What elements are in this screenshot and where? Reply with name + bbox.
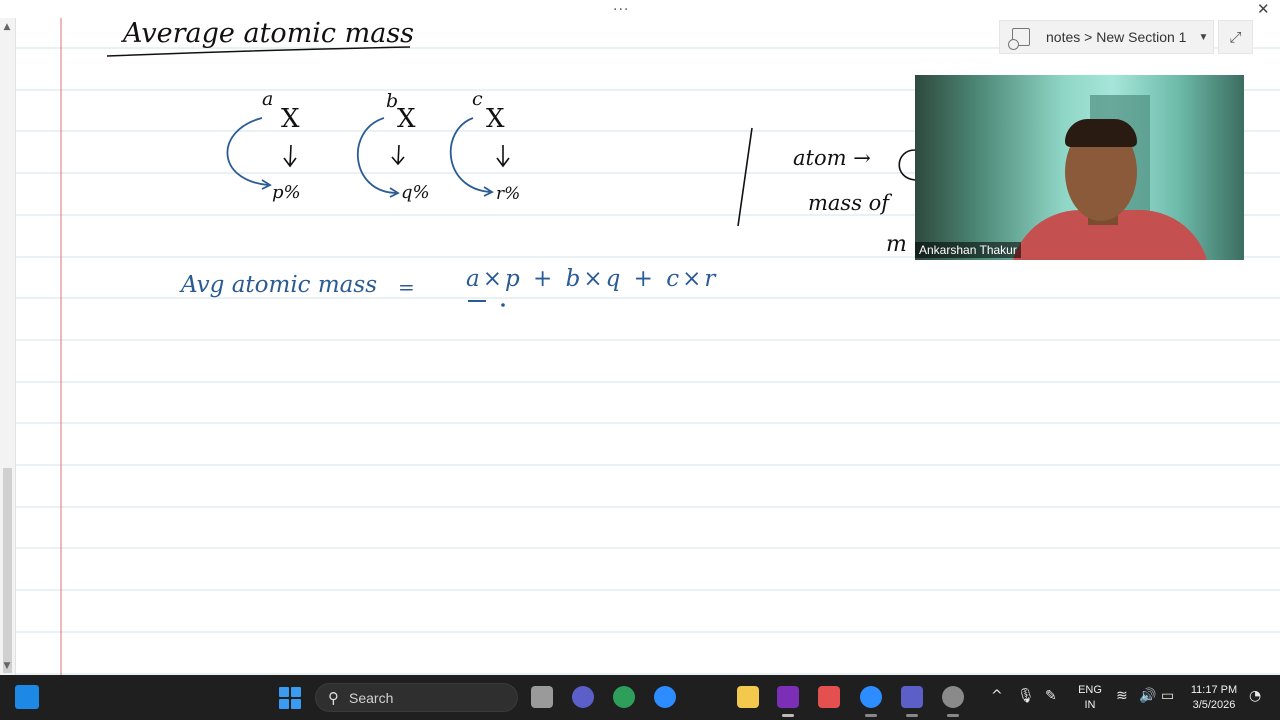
pen-icon[interactable]: ✎ (1045, 688, 1057, 704)
snipping-tool-icon[interactable] (818, 686, 840, 708)
running-app-indicator (947, 714, 959, 717)
formula-expression: a×p + b×q + c×r (466, 266, 719, 292)
notes-title: Average atomic mass (123, 18, 415, 49)
more-options-icon[interactable]: ··· (613, 2, 629, 18)
isotope-arc-c (449, 117, 491, 193)
teams-icon[interactable] (901, 686, 923, 708)
isotope-arc-a (226, 117, 269, 186)
down-arrows (283, 144, 510, 168)
side-note-atom: atom → (793, 146, 871, 170)
expand-button[interactable]: ⤢ (1218, 20, 1253, 54)
scroll-thumb[interactable] (3, 468, 12, 673)
isotope-percent-r: r% (496, 184, 521, 204)
formula-equals: = (398, 275, 415, 299)
clock-time: 11:17 PM (1190, 684, 1238, 696)
settings-icon[interactable] (942, 686, 964, 708)
microphone-icon[interactable]: 🎙 (1017, 688, 1035, 704)
browser-icon[interactable] (654, 686, 676, 708)
zoom-icon[interactable] (860, 686, 882, 708)
taskbar: ⚲ Search ^ 🎙 ✎ ENG IN ≋ 🔊 ▭ 11:17 PM 3/5… (0, 675, 1280, 720)
isotope-symbol-a: X (281, 104, 300, 134)
volume-icon[interactable]: 🔊 (1139, 688, 1156, 704)
breadcrumb-text: notes > New Section 1 (1046, 29, 1187, 45)
participant-hair (1065, 119, 1137, 147)
search-icon: ⚲ (328, 688, 339, 707)
hindi-input-icon[interactable] (613, 686, 635, 708)
isotope-symbol-c: X (486, 104, 505, 134)
note-canvas[interactable]: Average atomic mass a b c X X X p% q% r%… (0, 0, 1280, 675)
taskbar-search[interactable]: ⚲ Search (315, 683, 518, 712)
isotope-mass-a: a (262, 88, 274, 110)
running-app-indicator (906, 714, 918, 717)
language-indicator[interactable]: ENG IN (1074, 683, 1106, 713)
battery-icon[interactable]: ▭ (1161, 688, 1174, 704)
running-app-indicator (865, 714, 877, 717)
isotope-arc-b (356, 117, 397, 194)
widgets-icon[interactable] (15, 685, 39, 709)
isotope-percent-p: p% (272, 182, 301, 203)
scroll-down-icon[interactable]: ▼ (2, 661, 12, 671)
side-note-m: m (886, 232, 907, 257)
vertical-scrollbar[interactable]: ▲ ▼ (0, 18, 16, 675)
isotope-symbol-b: X (397, 104, 416, 134)
active-app-indicator (782, 714, 794, 717)
isotope-percent-q: q% (401, 182, 430, 203)
side-note-mass-of: mass of (808, 191, 890, 215)
video-feed[interactable]: Ankarshan Thakur (915, 75, 1244, 260)
language-line2: IN (1084, 699, 1096, 711)
search-label: Search (349, 689, 394, 706)
scroll-up-icon[interactable]: ▲ (2, 22, 12, 32)
video-call-icon[interactable] (572, 686, 594, 708)
clock[interactable]: 11:17 PM 3/5/2026 (1186, 683, 1242, 713)
wifi-icon[interactable]: ≋ (1116, 688, 1128, 704)
close-icon[interactable]: ✕ (1257, 0, 1270, 18)
folder-icon[interactable] (737, 686, 759, 708)
notebook-breadcrumb[interactable]: notes > New Section 1 ▼ (999, 20, 1214, 54)
notebook-icon (1008, 28, 1030, 50)
chevron-up-icon[interactable]: ^ (991, 688, 1003, 704)
partial-circle (898, 149, 916, 181)
clock-date: 3/5/2026 (1192, 699, 1236, 711)
notification-icon[interactable]: ◔ (1249, 688, 1261, 704)
onenote-icon[interactable] (777, 686, 799, 708)
formula-label: Avg atomic mass (181, 272, 377, 298)
participant-name: Ankarshan Thakur (915, 242, 1021, 258)
file-explorer-icon[interactable] (531, 686, 553, 708)
isotope-mass-c: c (472, 88, 483, 110)
chevron-down-icon: ▼ (1198, 31, 1209, 43)
divider-stroke (737, 127, 753, 227)
start-button[interactable] (279, 687, 301, 709)
language-line1: ENG (1078, 684, 1102, 696)
